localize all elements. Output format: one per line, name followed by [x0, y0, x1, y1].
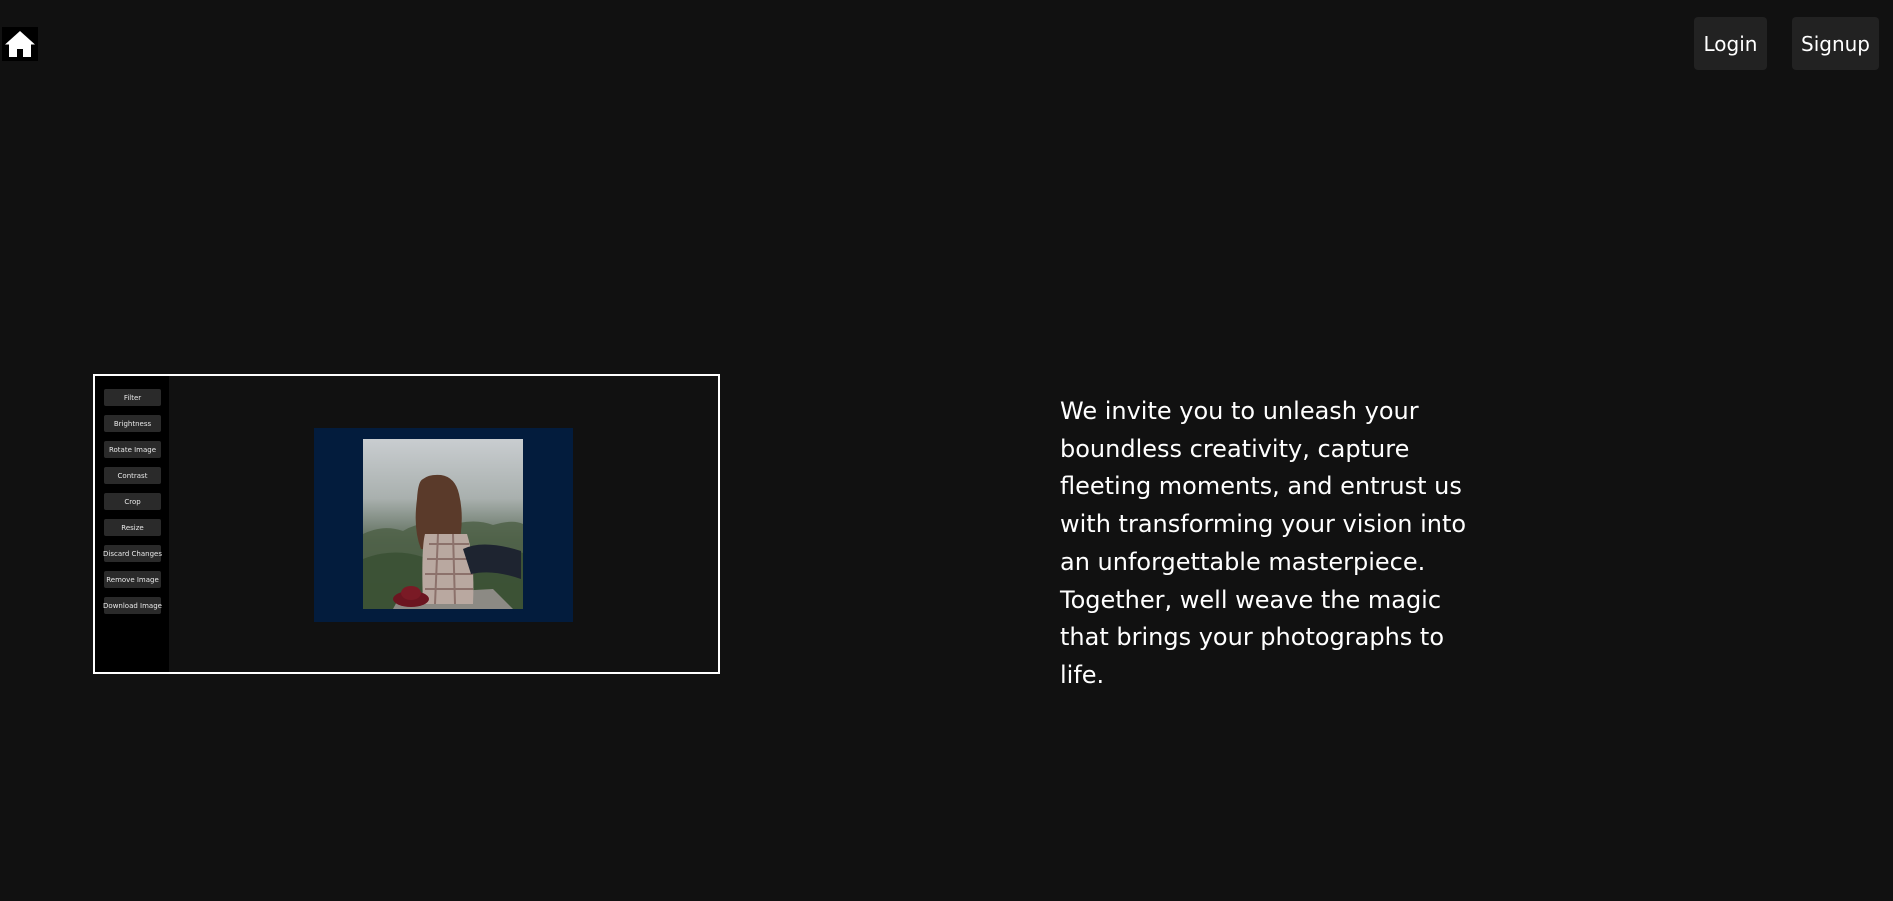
brightness-button: Brightness [104, 415, 161, 432]
login-button[interactable]: Login [1694, 17, 1767, 70]
crop-button: Crop [104, 493, 161, 510]
filter-button: Filter [104, 389, 161, 406]
image-canvas [314, 428, 573, 622]
signup-button[interactable]: Signup [1792, 17, 1879, 70]
editor-sidebar: Filter Brightness Rotate Image Contrast … [95, 376, 169, 672]
home-icon [5, 31, 35, 57]
download-image-button: Download Image [103, 597, 162, 614]
home-link[interactable] [2, 27, 38, 61]
discard-changes-button: Discard Changes [103, 545, 162, 562]
contrast-button: Contrast [104, 467, 161, 484]
rotate-image-button: Rotate Image [104, 441, 161, 458]
editor-preview: Filter Brightness Rotate Image Contrast … [93, 374, 720, 674]
resize-button: Resize [104, 519, 161, 536]
sample-photo [363, 439, 523, 609]
hero-tagline: We invite you to unleash your boundless … [1060, 397, 1467, 689]
remove-image-button: Remove Image [104, 571, 161, 588]
landing-page: Login Signup Filter Brightness Rotate Im… [0, 0, 1893, 901]
